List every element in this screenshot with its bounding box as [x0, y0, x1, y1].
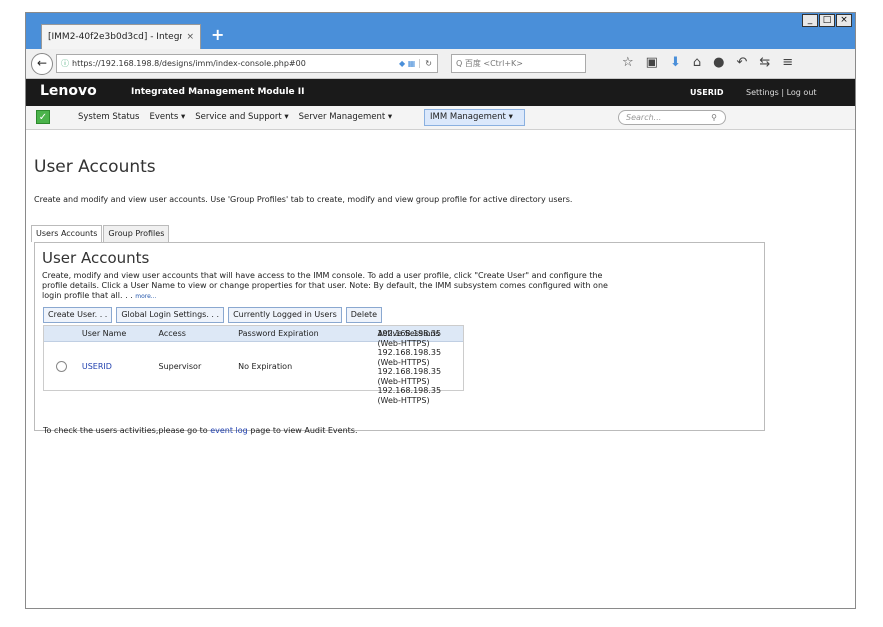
status-ok-icon[interactable]: ✓	[36, 110, 50, 124]
action-buttons: Create User. . . Global Login Settings. …	[43, 307, 386, 323]
access-cell: Supervisor	[158, 361, 202, 371]
header-user-name: User Name	[81, 329, 127, 338]
session-entry: 192.168.198.35 (Web-HTTPS)	[377, 386, 442, 405]
url-text: https://192.168.198.8/designs/imm/index-…	[72, 59, 306, 68]
tab-group-profiles[interactable]: Group Profiles	[103, 225, 170, 242]
bookmark-star-icon[interactable]: ☆	[622, 55, 634, 70]
tab-close-icon[interactable]: ×	[186, 32, 194, 42]
expiration-cell: No Expiration	[238, 361, 293, 371]
shield-icon[interactable]: ◆ ▦	[399, 59, 415, 68]
page-description: Create and modify and view user accounts…	[34, 195, 573, 204]
reading-list-icon[interactable]: ▣	[646, 55, 658, 70]
header-access: Access	[158, 329, 186, 338]
session-entry: 192.168.198.35 (Web-HTTPS)	[377, 329, 442, 348]
tab-users-accounts[interactable]: Users Accounts	[31, 225, 103, 242]
chat-icon[interactable]: ●	[713, 55, 724, 70]
history-icon[interactable]: ↶	[736, 55, 747, 70]
main-menu: ✓ System Status Events ▾ Service and Sup…	[26, 106, 855, 130]
app-header: Lenovo Integrated Management Module II U…	[26, 79, 855, 106]
product-name: Integrated Management Module II	[131, 87, 305, 97]
users-table: User Name Access Password Expiration Act…	[43, 325, 464, 405]
site-info-icon[interactable]: ⓘ	[61, 58, 69, 69]
user-accounts-panel: User Accounts Create, modify and view us…	[34, 242, 765, 435]
footnote-pre: To check the users activities,please go …	[43, 426, 211, 435]
hamburger-menu-icon[interactable]: ≡	[782, 55, 793, 70]
browser-search-input[interactable]: Q 百度 <Ctrl+K>	[451, 54, 586, 73]
section-description-text: Create, modify and view user accounts th…	[42, 271, 608, 300]
close-window-button[interactable]: ×	[836, 14, 852, 27]
page-tabs: Users Accounts Group Profiles	[31, 225, 170, 242]
back-arrow-icon[interactable]: ←	[31, 53, 53, 75]
audit-footnote: To check the users activities,please go …	[43, 426, 358, 435]
home-icon[interactable]: ⌂	[693, 55, 701, 70]
browser-window: _ □ × [IMM2-40f2e3b0d3cd] - Integr... × …	[25, 12, 856, 609]
tab-title: [IMM2-40f2e3b0d3cd] - Integr...	[48, 32, 183, 42]
sync-icon[interactable]: ⇆	[759, 55, 770, 70]
user-name-link[interactable]: USERID	[74, 362, 151, 371]
table-row: USERID Supervisor No Expiration 192.168.…	[44, 329, 463, 405]
section-title: User Accounts	[42, 249, 150, 267]
menu-items: System Status Events ▾ Service and Suppo…	[78, 112, 402, 122]
reload-icon[interactable]: ↻	[419, 59, 437, 68]
app-search-input[interactable]: Search... ⚲	[618, 110, 726, 125]
currently-logged-in-users-button[interactable]: Currently Logged in Users	[228, 307, 342, 323]
minimize-button[interactable]: _	[802, 14, 818, 27]
delete-button[interactable]: Delete	[345, 307, 383, 323]
more-link[interactable]: more...	[135, 293, 156, 300]
lenovo-logo: Lenovo	[40, 83, 97, 99]
app-search-placeholder: Search...	[626, 113, 662, 122]
session-entry: 192.168.198.35 (Web-HTTPS)	[377, 348, 442, 367]
row-radio-button[interactable]	[56, 360, 67, 372]
header-select	[44, 326, 74, 341]
browser-search-placeholder: Q 百度 <Ctrl+K>	[456, 59, 523, 68]
browser-tab[interactable]: [IMM2-40f2e3b0d3cd] - Integr... ×	[41, 24, 201, 49]
settings-logout-links[interactable]: Settings | Log out	[746, 88, 817, 97]
menu-server-management[interactable]: Server Management ▾	[299, 112, 393, 122]
section-description: Create, modify and view user accounts th…	[42, 271, 622, 302]
window-controls: _ □ ×	[801, 14, 852, 27]
global-login-settings-button[interactable]: Global Login Settings. . .	[116, 307, 225, 323]
navigation-bar: ← ⓘ https://192.168.198.8/designs/imm/in…	[26, 49, 855, 79]
title-bar: _ □ × [IMM2-40f2e3b0d3cd] - Integr... × …	[26, 13, 855, 49]
menu-events[interactable]: Events ▾	[149, 112, 185, 122]
address-bar[interactable]: ⓘ https://192.168.198.8/designs/imm/inde…	[56, 54, 438, 73]
menu-imm-management[interactable]: IMM Management ▾	[424, 109, 525, 126]
menu-system-status[interactable]: System Status	[78, 112, 139, 122]
search-icon[interactable]: ⚲	[711, 111, 717, 124]
footnote-post: page to view Audit Events.	[247, 426, 358, 435]
new-tab-icon[interactable]: +	[211, 27, 224, 43]
session-entry: 192.168.198.35 (Web-HTTPS)	[377, 367, 442, 386]
maximize-button[interactable]: □	[819, 14, 835, 27]
page-title: User Accounts	[34, 157, 156, 177]
sessions-cell: 192.168.198.35 (Web-HTTPS) 192.168.198.3…	[369, 327, 463, 405]
logged-in-user: USERID	[690, 88, 724, 97]
header-password-expiration: Password Expiration	[238, 329, 319, 338]
row-select-cell	[44, 360, 74, 372]
menu-service-support[interactable]: Service and Support ▾	[195, 112, 288, 122]
browser-toolbar: ☆ ▣ ⬇ ⌂ ● ↶ ⇆ ≡	[622, 55, 805, 70]
create-user-button[interactable]: Create User. . .	[43, 307, 113, 323]
event-log-link[interactable]: event log	[210, 426, 248, 435]
download-icon[interactable]: ⬇	[670, 55, 681, 70]
